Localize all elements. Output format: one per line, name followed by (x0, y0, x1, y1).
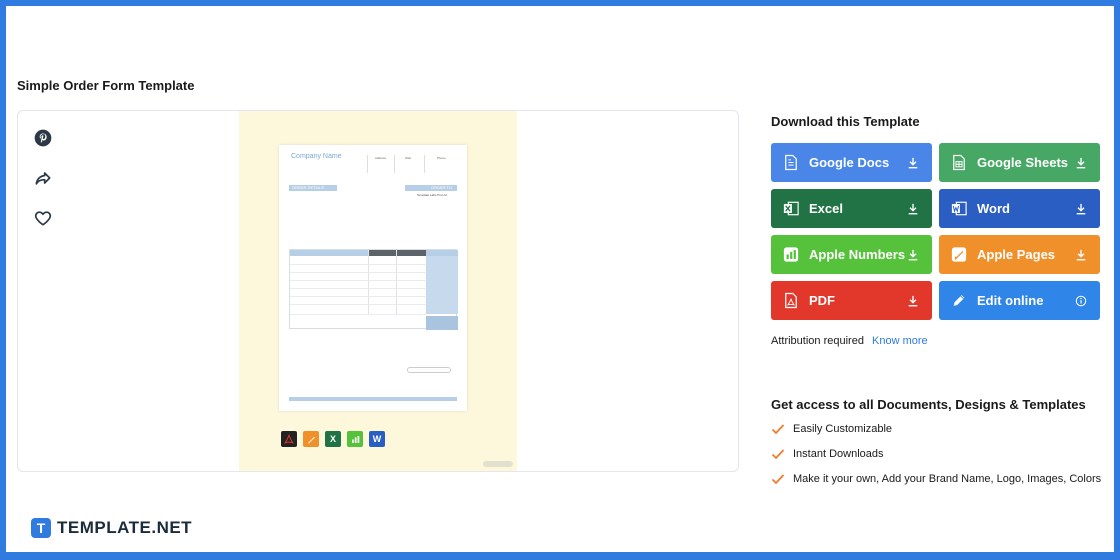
excel-icon (783, 200, 799, 218)
word-icon: W (369, 431, 385, 447)
share-icon[interactable] (32, 167, 54, 189)
template-net-logo[interactable]: T TEMPLATE.NET (31, 518, 192, 538)
apple-pages-icon (951, 246, 967, 264)
check-icon (771, 474, 785, 485)
download-arrow-icon (906, 248, 920, 262)
apple-numbers-icon (783, 246, 799, 264)
google-docs-icon (783, 154, 799, 172)
download-word-button[interactable]: Word (939, 189, 1100, 228)
doc-order-to-name: Template Labs Pvt Ltd (417, 193, 447, 197)
download-arrow-icon (1074, 248, 1088, 262)
edit-pencil-icon (951, 292, 967, 310)
google-sheets-icon (951, 154, 967, 172)
download-button-label: Apple Pages (977, 247, 1056, 262)
download-arrow-icon (906, 156, 920, 170)
download-arrow-icon (1074, 202, 1088, 216)
pdf-icon (783, 292, 799, 310)
download-apple-pages-button[interactable]: Apple Pages (939, 235, 1100, 274)
download-google-docs-button[interactable]: Google Docs (771, 143, 932, 182)
excel-icon: X (325, 431, 341, 447)
doc-phone-label: Phone (437, 156, 446, 160)
feature-item: Make it your own, Add your Brand Name, L… (771, 473, 1101, 485)
download-edit-online-button[interactable]: Edit online (939, 281, 1100, 320)
pdf-icon (281, 431, 297, 447)
download-arrow-icon (906, 294, 920, 308)
download-button-label: Google Docs (809, 155, 890, 170)
access-title: Get access to all Documents, Designs & T… (771, 397, 1086, 412)
download-button-label: PDF (809, 293, 835, 308)
download-button-label: Google Sheets (977, 155, 1069, 170)
download-pdf-button[interactable]: PDF (771, 281, 932, 320)
download-arrow-icon (906, 202, 920, 216)
heart-icon[interactable] (32, 207, 54, 229)
preview-card: Company Name Address Web Phone ORDER DET… (17, 110, 739, 472)
doc-company-name: Company Name (291, 153, 342, 160)
download-button-label: Apple Numbers (809, 247, 906, 262)
info-icon (1074, 294, 1088, 308)
download-title: Download this Template (771, 114, 920, 129)
format-icons: X W (281, 431, 385, 447)
feature-item: Easily Customizable (771, 423, 892, 435)
download-arrow-icon (1074, 156, 1088, 170)
apple-pages-icon (303, 431, 319, 447)
attribution-text: Attribution required (771, 335, 864, 347)
doc-address-label: Address (375, 156, 387, 160)
download-button-label: Excel (809, 201, 843, 216)
word-icon (951, 200, 967, 218)
check-icon (771, 424, 785, 435)
download-apple-numbers-button[interactable]: Apple Numbers (771, 235, 932, 274)
know-more-link[interactable]: Know more (872, 335, 928, 347)
logo-mark-icon: T (31, 518, 51, 538)
doc-items-table (289, 249, 458, 330)
doc-web-label: Web (405, 156, 412, 160)
doc-order-details: ORDER DETAILS (292, 185, 324, 190)
page: Simple Order Form Template Company Name … (6, 6, 1114, 552)
template-preview[interactable]: Company Name Address Web Phone ORDER DET… (239, 111, 517, 471)
pinterest-icon[interactable] (32, 127, 54, 149)
download-button-label: Edit online (977, 293, 1044, 308)
download-button-label: Word (977, 201, 1010, 216)
doc-order-to: ORDER TO (431, 185, 452, 190)
page-title: Simple Order Form Template (17, 78, 195, 93)
logo-text: TEMPLATE.NET (57, 518, 193, 537)
apple-numbers-icon (347, 431, 363, 447)
order-form-document: Company Name Address Web Phone ORDER DET… (279, 145, 467, 411)
watermark (483, 461, 513, 467)
download-google-sheets-button[interactable]: Google Sheets (939, 143, 1100, 182)
doc-signature-box (407, 367, 451, 373)
check-icon (771, 449, 785, 460)
feature-item: Instant Downloads (771, 448, 884, 460)
download-excel-button[interactable]: Excel (771, 189, 932, 228)
